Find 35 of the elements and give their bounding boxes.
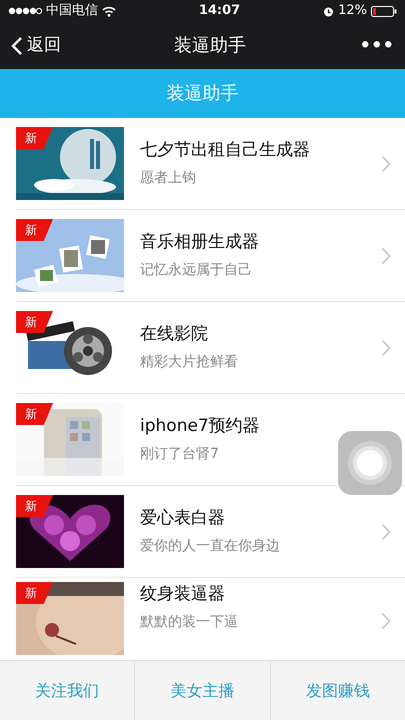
alarm-icon <box>323 6 334 16</box>
more-button[interactable]: ••• <box>358 31 395 60</box>
signal-icon <box>8 7 42 15</box>
list-item[interactable]: 新 在线影院 精彩大片抢鲜看 <box>16 302 405 394</box>
item-subtitle: 爱你的人一直在你身边 <box>140 536 281 556</box>
chevron-right-icon <box>381 612 391 630</box>
chevron-right-icon <box>381 338 391 356</box>
battery-icon <box>371 6 397 16</box>
header-title: 装逼助手 <box>166 82 238 106</box>
item-subtitle: 默默的装一下逼 <box>140 612 239 632</box>
chevron-left-icon <box>11 36 23 56</box>
item-title: iphone7预约器 <box>140 415 261 438</box>
battery-percent: 12% <box>338 2 367 20</box>
item-title: 爱心表白器 <box>140 507 226 530</box>
chevron-right-icon <box>381 522 391 540</box>
list-item[interactable]: 新 爱心表白器 爱你的人一直在你身边 <box>16 486 405 578</box>
item-title: 音乐相册生成器 <box>140 231 260 254</box>
status-time: 14:07 <box>198 3 240 18</box>
item-title: 七夕节出租自己生成器 <box>140 139 311 162</box>
list-item[interactable]: 新 音乐相册生成器 记忆永远属于自己 <box>16 210 405 302</box>
item-subtitle: 愿者上钩 <box>140 168 197 188</box>
item-subtitle: 精彩大片抢鲜看 <box>140 352 239 372</box>
item-title: 在线影院 <box>140 323 209 346</box>
item-title: 纹身装逼器 <box>140 583 226 606</box>
wifi-icon <box>102 6 116 16</box>
assistive-touch-button[interactable] <box>338 431 402 495</box>
chevron-right-icon <box>381 154 391 172</box>
page-title: 装逼助手 <box>174 35 246 56</box>
item-subtitle: 刚订了台肾7 <box>140 444 220 464</box>
item-subtitle: 记忆永远属于自己 <box>140 260 253 280</box>
list-item[interactable]: 新 纹身装逼器 默默的装一下逼 <box>16 578 405 660</box>
carrier-name: 中国电信 <box>46 2 98 20</box>
list-item[interactable]: 新 七夕节出租自己生成器 愿者上钩 <box>16 118 405 210</box>
chevron-right-icon <box>381 246 391 264</box>
back-button[interactable]: 返回 <box>10 32 62 60</box>
